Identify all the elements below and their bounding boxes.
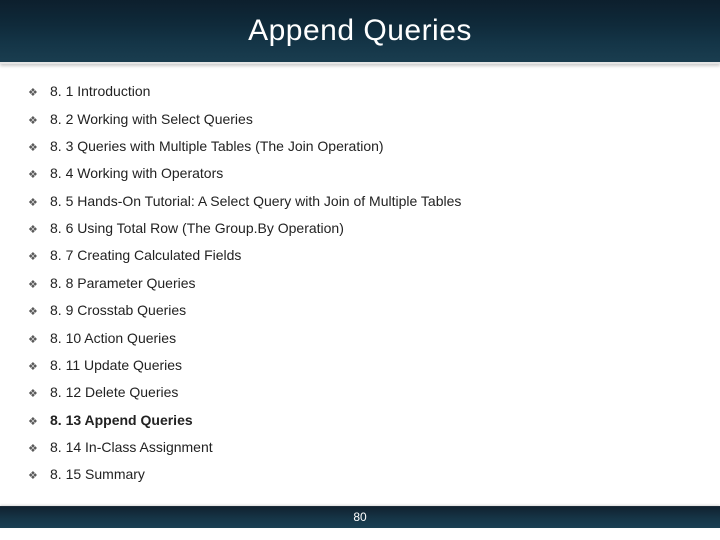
toc-item-label: 8. 2 Working with Select Queries [50,112,253,126]
diamond-bullet-icon: ❖ [28,335,50,346]
toc-item-label: 8. 15 Summary [50,467,145,481]
toc-item: ❖8. 6 Using Total Row (The Group.By Oper… [28,215,692,242]
toc-item: ❖8. 3 Queries with Multiple Tables (The … [28,133,692,160]
toc-item: ❖8. 2 Working with Select Queries [28,105,692,132]
diamond-bullet-icon: ❖ [28,116,50,127]
diamond-bullet-icon: ❖ [28,170,50,181]
toc-item: ❖8. 7 Creating Calculated Fields [28,242,692,269]
toc-item-label: 8. 12 Delete Queries [50,385,178,399]
toc-item-label: 8. 5 Hands-On Tutorial: A Select Query w… [50,194,461,208]
toc-item-label: 8. 3 Queries with Multiple Tables (The J… [50,139,384,153]
diamond-bullet-icon: ❖ [28,225,50,236]
diamond-bullet-icon: ❖ [28,417,50,428]
slide-title: Append Queries [248,14,472,48]
diamond-bullet-icon: ❖ [28,252,50,263]
page-number: 80 [353,510,366,524]
diamond-bullet-icon: ❖ [28,143,50,154]
toc-item: ❖8. 5 Hands-On Tutorial: A Select Query … [28,188,692,215]
toc-list: ❖8. 1 Introduction❖8. 2 Working with Sel… [28,78,692,489]
toc-item-label: 8. 9 Crosstab Queries [50,303,186,317]
toc-item: ❖8. 4 Working with Operators [28,160,692,187]
toc-item-label: 8. 7 Creating Calculated Fields [50,248,241,262]
toc-item: ❖8. 12 Delete Queries [28,379,692,406]
toc-item: ❖8. 9 Crosstab Queries [28,297,692,324]
toc-item: ❖8. 8 Parameter Queries [28,270,692,297]
title-bar: Append Queries [0,0,720,64]
toc-item-label: 8. 14 In-Class Assignment [50,440,213,454]
toc-item: ❖8. 11 Update Queries [28,352,692,379]
toc-item-label: 8. 1 Introduction [50,84,150,98]
diamond-bullet-icon: ❖ [28,471,50,482]
toc-item: ❖8. 1 Introduction [28,78,692,105]
toc-item: ❖8. 14 In-Class Assignment [28,434,692,461]
diamond-bullet-icon: ❖ [28,280,50,291]
toc-item: ❖8. 10 Action Queries [28,324,692,351]
toc-item: ❖8. 15 Summary [28,461,692,488]
toc-item-label: 8. 10 Action Queries [50,331,176,345]
diamond-bullet-icon: ❖ [28,307,50,318]
diamond-bullet-icon: ❖ [28,444,50,455]
diamond-bullet-icon: ❖ [28,389,50,400]
diamond-bullet-icon: ❖ [28,362,50,373]
slide: Append Queries ❖8. 1 Introduction❖8. 2 W… [0,0,720,540]
toc-item-label: 8. 4 Working with Operators [50,166,223,180]
content-area: ❖8. 1 Introduction❖8. 2 Working with Sel… [0,64,720,489]
diamond-bullet-icon: ❖ [28,88,50,99]
toc-item-label: 8. 6 Using Total Row (The Group.By Opera… [50,221,344,235]
diamond-bullet-icon: ❖ [28,198,50,209]
toc-item-label: 8. 13 Append Queries [50,413,193,427]
toc-item-label: 8. 11 Update Queries [50,358,182,372]
toc-item: ❖8. 13 Append Queries [28,407,692,434]
footer-bar: 80 [0,506,720,528]
toc-item-label: 8. 8 Parameter Queries [50,276,196,290]
